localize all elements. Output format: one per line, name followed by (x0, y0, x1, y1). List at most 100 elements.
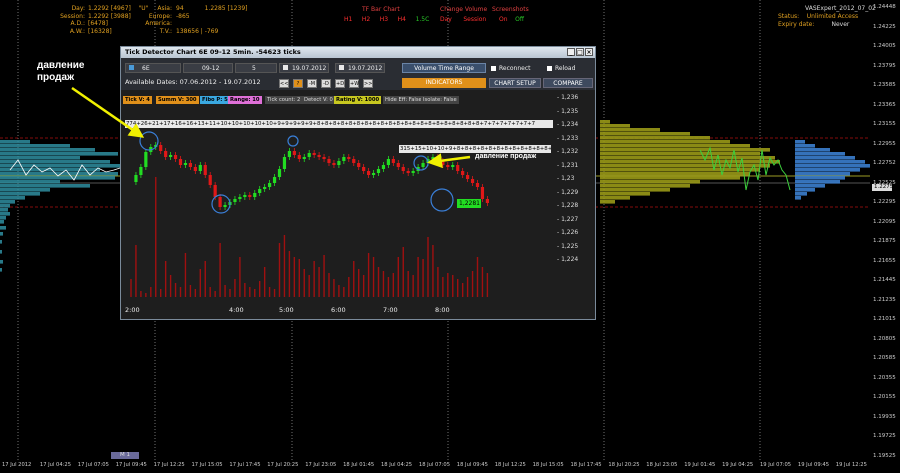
chart-tab-label: M 1 (120, 452, 130, 458)
profile-bar (795, 184, 825, 188)
tf-h1-button[interactable]: H1 (344, 16, 352, 23)
profile-bar (795, 192, 807, 196)
volume-bar (249, 287, 251, 297)
volume-bar (179, 287, 182, 297)
right-volume-profile-blue (795, 140, 870, 200)
profile-bar (0, 268, 2, 272)
dialog-price-label: - 1,232 (557, 148, 579, 155)
volume-bar (150, 287, 152, 297)
volume-bar (259, 281, 261, 297)
candle-body (327, 159, 331, 163)
tick-chart[interactable] (121, 47, 595, 319)
tf-h2-button[interactable]: H2 (362, 16, 370, 23)
volume-bar (437, 267, 439, 297)
screenshots-on-button[interactable]: On (499, 16, 508, 23)
profile-bar (795, 156, 855, 160)
dialog-time-label: 2:00 (125, 306, 140, 314)
region-info-values: 94 1.2285 [1239] -865 138656 | -769 (176, 5, 247, 35)
price-axis-label: 1.24448 (873, 4, 896, 10)
volume-session-button[interactable]: Session (463, 16, 486, 23)
profile-bar (0, 212, 10, 216)
volume-bar (412, 275, 414, 297)
volume-bars (130, 177, 489, 297)
dialog-price-label: - 1,228 (557, 202, 579, 209)
profile-bar (600, 128, 660, 132)
dialog-price-label: - 1,224 (557, 256, 579, 263)
profile-bar (600, 196, 630, 200)
profile-bar (600, 140, 730, 144)
time-axis-label: 18 Jul 20:25 (608, 462, 640, 468)
dialog-price-label: - 1,231 (557, 161, 579, 169)
volume-bar (268, 287, 271, 297)
region-info-labels: Asia: Europe: America: T.V.: (140, 5, 172, 35)
profile-bar (0, 226, 6, 230)
dialog-time-label: 4:00 (229, 306, 244, 314)
profile-bar (600, 200, 615, 204)
volume-bar (234, 279, 236, 297)
volume-bar (461, 283, 464, 297)
profile-bar (795, 172, 850, 176)
candle-body (268, 183, 272, 187)
candle-body (164, 151, 168, 157)
profile-bar (0, 164, 120, 168)
dialog-price-label: - 1,225 (557, 242, 579, 250)
expiry-value: Never (831, 21, 850, 28)
volume-bar (278, 243, 281, 297)
profile-bar (600, 152, 760, 156)
candle-body (302, 157, 306, 159)
change-volume-title: Change Volume (440, 6, 488, 13)
profile-bar (0, 188, 50, 192)
dialog-time-label: 8:00 (435, 306, 450, 314)
profile-bar (600, 124, 630, 128)
price-axis-label: 1.20155 (873, 394, 896, 400)
time-axis-label: 17 Jul 15:05 (191, 462, 223, 468)
volume-bar (160, 289, 162, 297)
volume-bar (303, 269, 305, 297)
candle-body (263, 187, 267, 189)
candle-body (292, 151, 296, 155)
price-axis-label: 1.24005 (873, 43, 896, 49)
tf-15c-button[interactable]: 1.5C (416, 16, 430, 23)
profile-bar (795, 152, 845, 156)
volume-bar (471, 271, 474, 297)
profile-bar (600, 188, 670, 192)
volume-bar (476, 257, 479, 297)
candle-body (475, 183, 480, 187)
profile-bar (0, 208, 8, 212)
volume-bar (263, 267, 266, 297)
candle-body (337, 161, 341, 165)
candle-body (386, 159, 390, 165)
dialog-price-label: - 1,233 (557, 134, 579, 142)
profile-bar (600, 180, 700, 184)
candle-body (381, 165, 386, 169)
candle-body (446, 165, 450, 167)
tf-h4-button[interactable]: H4 (398, 16, 406, 23)
time-axis-label: 17 Jul 12:25 (153, 462, 185, 468)
candle-body (332, 163, 336, 165)
profile-bar (795, 140, 805, 144)
volume-bar (457, 279, 459, 297)
volume-bar (407, 271, 409, 297)
profile-bar (600, 184, 690, 188)
price-axis-label: 1.21445 (873, 277, 896, 283)
chart-tab[interactable]: M 1 (111, 452, 139, 459)
volume-bar (343, 287, 345, 297)
candle-body (312, 153, 316, 155)
volume-bar (422, 259, 424, 297)
volume-bar (447, 273, 449, 297)
candle-body (258, 189, 262, 193)
volume-bar (348, 277, 350, 297)
screenshots-off-button[interactable]: Off (515, 16, 524, 23)
volume-bar (293, 257, 296, 297)
price-axis-label: 1.23365 (873, 101, 896, 108)
tick-detector-window[interactable]: Tick Detector Chart 6E 09-12 5min. -5462… (120, 46, 596, 320)
time-axis-label: 17 Jul 09:45 (115, 462, 147, 468)
candle-body (401, 167, 405, 171)
price-axis-label: 1.24225 (873, 23, 896, 30)
candle-body (248, 195, 252, 197)
europe-value: -865 (176, 12, 190, 20)
volume-day-button[interactable]: Day (440, 16, 452, 23)
tf-h3-button[interactable]: H3 (380, 16, 388, 23)
volume-bar (353, 261, 355, 297)
price-axis-label: 1.22295 (873, 199, 896, 205)
